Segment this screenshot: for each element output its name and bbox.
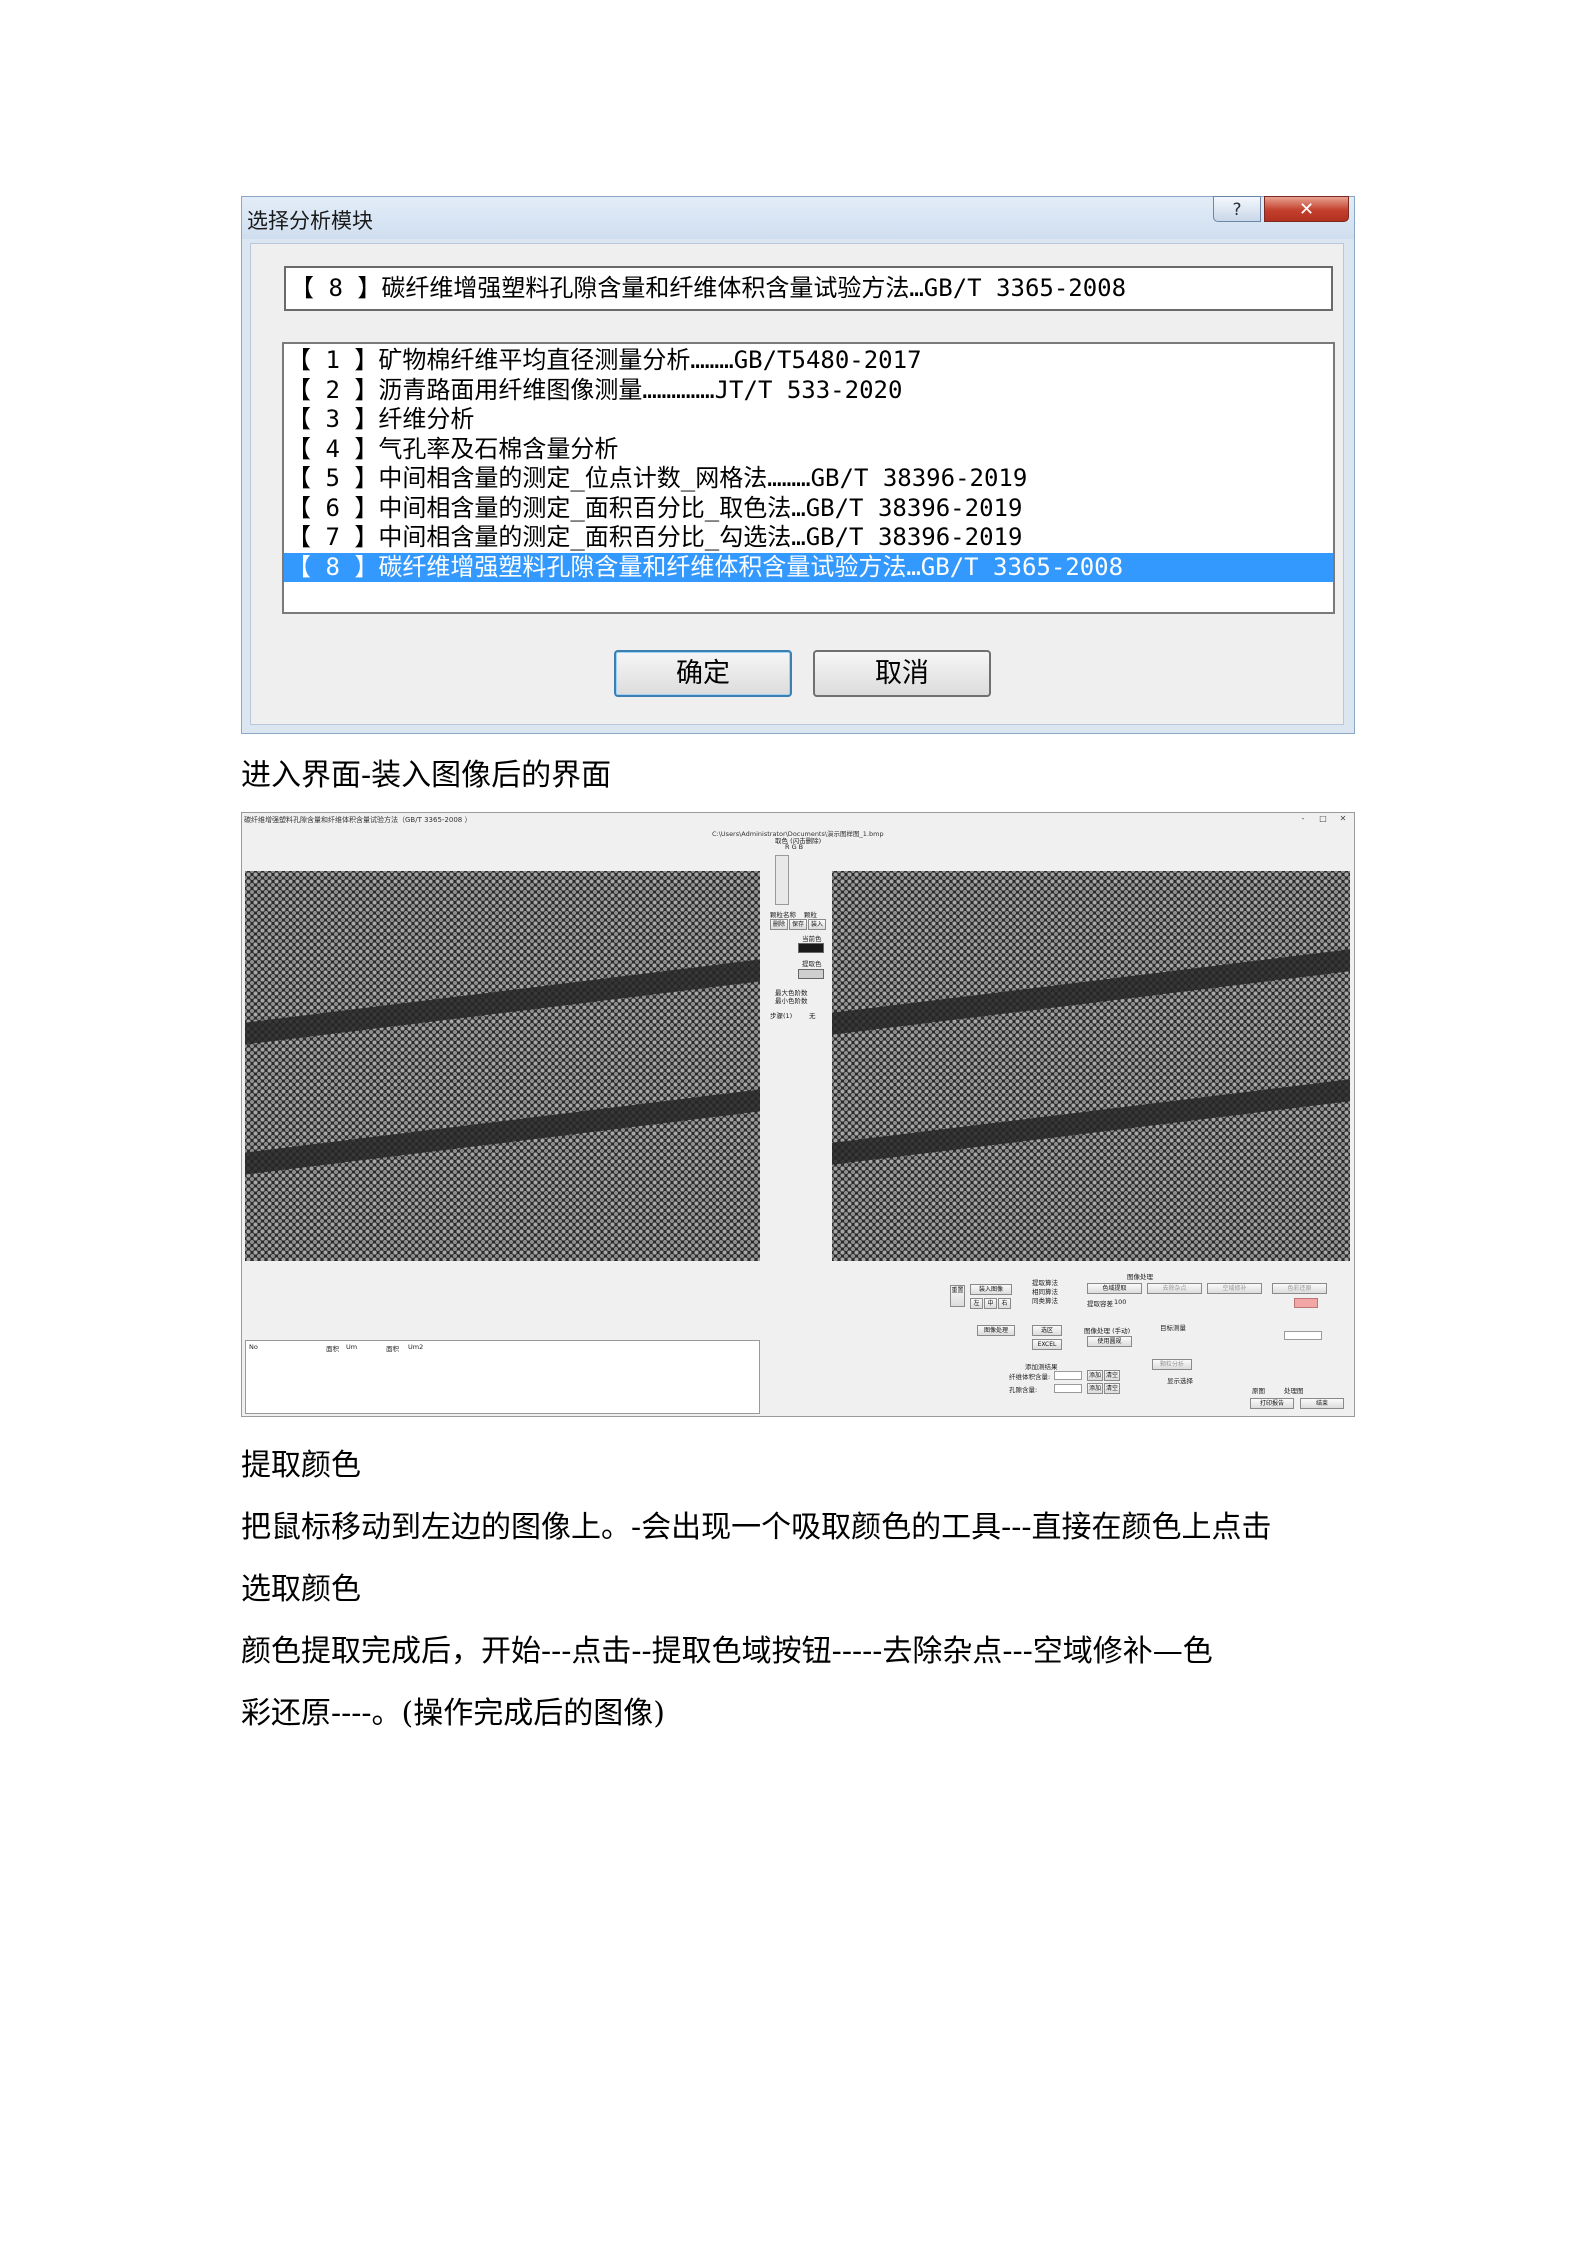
color-indicator: [1294, 1298, 1318, 1308]
void-content-field[interactable]: [1054, 1384, 1082, 1393]
step-label: 步骤(1): [770, 1012, 793, 1020]
para-move-mouse: 把鼠标移动到左边的图像上。-会出现一个吸取颜色的工具---直接在颜色上点击: [241, 1510, 1272, 1545]
right-image[interactable]: [832, 871, 1350, 1261]
fill-button[interactable]: 空域修补: [1207, 1283, 1262, 1294]
module-item-2[interactable]: 【 2 】沥青路面用纤维图像测量……………JT/T 533-2020: [284, 376, 1333, 406]
target-measure-label: 目标测量: [1160, 1324, 1186, 1332]
result-table[interactable]: No 面积 Um 面积 Um2: [245, 1340, 760, 1414]
select-module-dialog: 选择分析模块 ? ✕ 【 8 】碳纤维增强塑料孔隙含量和纤维体积含量试验方法…G…: [241, 196, 1355, 734]
algo2-radio[interactable]: 同类算法: [1032, 1295, 1058, 1305]
app-window-screenshot: 碳纤维增强塑料孔隙含量和纤维体积含量试验方法（GB/T 3365-2008 ） …: [241, 812, 1355, 1417]
fiber-add-button[interactable]: 添加: [1087, 1370, 1103, 1381]
col-unit: Um: [346, 1343, 358, 1351]
fiber-volume-label: 纤维体积含量:: [1009, 1373, 1051, 1381]
tolerance-value[interactable]: 100: [1114, 1298, 1126, 1306]
module-item-7[interactable]: 【 7 】中间相含量的测定_面积百分比_勾选法…GB/T 38396-2019: [284, 523, 1333, 553]
help-button[interactable]: ?: [1213, 196, 1261, 222]
min-threshold-label: 最小色阶数: [775, 997, 808, 1005]
col-unit2: Um2: [408, 1343, 424, 1351]
caption-interface: 进入界面-装入图像后的界面: [241, 758, 612, 793]
delete-button[interactable]: 删除: [770, 919, 788, 930]
fiber-volume-field[interactable]: [1054, 1371, 1082, 1380]
image-proc-button[interactable]: 图像处理: [977, 1325, 1015, 1336]
void-clear-button[interactable]: 清空: [1104, 1383, 1120, 1394]
manual-proc-label: 图像处理 (手动): [1084, 1327, 1131, 1335]
minimize-icon[interactable]: -: [1294, 814, 1312, 824]
extract-domain-button[interactable]: 色域提取: [1087, 1283, 1142, 1294]
zoom-mid-button[interactable]: 中: [984, 1298, 997, 1309]
extract-color-swatch: [798, 969, 824, 979]
void-add-button[interactable]: 添加: [1087, 1383, 1103, 1394]
para-select-color: 选取颜色: [241, 1572, 361, 1607]
module-listbox[interactable]: 【 1 】矿物棉纤维平均直径测量分析………GB/T5480-2017 【 2 】…: [282, 342, 1335, 614]
save-button[interactable]: 保存: [789, 919, 807, 930]
module-item-4[interactable]: 【 4 】气孔率及石棉含量分析: [284, 435, 1333, 465]
col-area: 面积: [326, 1345, 339, 1353]
exit-button[interactable]: 结束: [1300, 1398, 1344, 1409]
rgb-label: R G B: [785, 843, 804, 851]
measure-input[interactable]: [1284, 1331, 1322, 1340]
para-after-extract: 颜色提取完成后，开始---点击--提取色域按钮-----去除杂点---空域修补—…: [241, 1634, 1213, 1669]
proc-radio[interactable]: 处理图: [1284, 1385, 1304, 1395]
fiber-clear-button[interactable]: 清空: [1104, 1370, 1120, 1381]
maximize-icon[interactable]: □: [1314, 814, 1332, 824]
tolerance-label: 提取容差: [1087, 1300, 1113, 1308]
fiber-analysis-button[interactable]: 颗粒分析: [1152, 1359, 1192, 1370]
module-item-6[interactable]: 【 6 】中间相含量的测定_面积百分比_取色法…GB/T 38396-2019: [284, 494, 1333, 524]
restore-button[interactable]: 色彩还原: [1272, 1283, 1327, 1294]
col-area2: 面积: [386, 1345, 399, 1353]
current-color-swatch: [798, 943, 824, 953]
image-proc-header: 图像处理: [1127, 1273, 1153, 1281]
module-item-1[interactable]: 【 1 】矿物棉纤维平均直径测量分析………GB/T5480-2017: [284, 346, 1333, 376]
zoom-left-button[interactable]: 左: [970, 1298, 983, 1309]
cancel-button[interactable]: 取消: [813, 650, 991, 697]
left-image[interactable]: [245, 871, 760, 1261]
app-title: 碳纤维增强塑料孔隙含量和纤维体积含量试验方法（GB/T 3365-2008 ）: [244, 816, 472, 824]
load-button[interactable]: 装入: [808, 919, 826, 930]
zoom-right-button[interactable]: 右: [998, 1298, 1011, 1309]
para-restore: 彩还原----。(操作完成后的图像): [241, 1696, 665, 1731]
selected-module-field[interactable]: 【 8 】碳纤维增强塑料孔隙含量和纤维体积含量试验方法…GB/T 3365-20…: [284, 266, 1333, 311]
display-label: 显示选择: [1167, 1377, 1193, 1385]
excel-button[interactable]: EXCEL: [1032, 1339, 1062, 1350]
col-no: No: [249, 1343, 258, 1351]
dialog-title: 选择分析模块: [247, 209, 373, 233]
module-item-3[interactable]: 【 3 】纤维分析: [284, 405, 1333, 435]
ok-button[interactable]: 确定: [614, 650, 792, 697]
dialog-titlebar: 选择分析模块 ? ✕: [242, 196, 1354, 239]
close-icon[interactable]: ✕: [1334, 814, 1352, 824]
color-preview-bar: [775, 855, 789, 905]
module-item-5[interactable]: 【 5 】中间相含量的测定_位点计数_网格法………GB/T 38396-2019: [284, 464, 1333, 494]
dialog-body: 【 8 】碳纤维增强塑料孔隙含量和纤维体积含量试验方法…GB/T 3365-20…: [250, 243, 1344, 725]
remove-noise-button[interactable]: 去除杂点: [1147, 1283, 1202, 1294]
print-report-button[interactable]: 打印报告: [1250, 1398, 1294, 1409]
particle-name-label: 颗粒名称: [770, 911, 796, 919]
orig-radio[interactable]: 原图: [1252, 1385, 1265, 1395]
reset-button[interactable]: 重置: [950, 1285, 965, 1307]
void-content-label: 孔隙含量:: [1009, 1386, 1038, 1394]
add-result-label: 添加测结果: [1025, 1363, 1058, 1371]
draw-button[interactable]: 选区: [1032, 1325, 1062, 1336]
extract-color-label: 提取色: [802, 960, 822, 968]
particle-label: 颗粒: [804, 911, 817, 919]
current-color-label: 当前色: [802, 935, 822, 943]
para-extract-color: 提取颜色: [241, 1448, 361, 1483]
load-image-button[interactable]: 装入图像: [970, 1284, 1012, 1295]
close-button[interactable]: ✕: [1264, 196, 1349, 222]
module-item-8[interactable]: 【 8 】碳纤维增强塑料孔隙含量和纤维体积含量试验方法…GB/T 3365-20…: [284, 552, 1333, 582]
use-circle-button[interactable]: 使用圆规: [1087, 1336, 1132, 1347]
step-value: 无: [809, 1012, 816, 1020]
